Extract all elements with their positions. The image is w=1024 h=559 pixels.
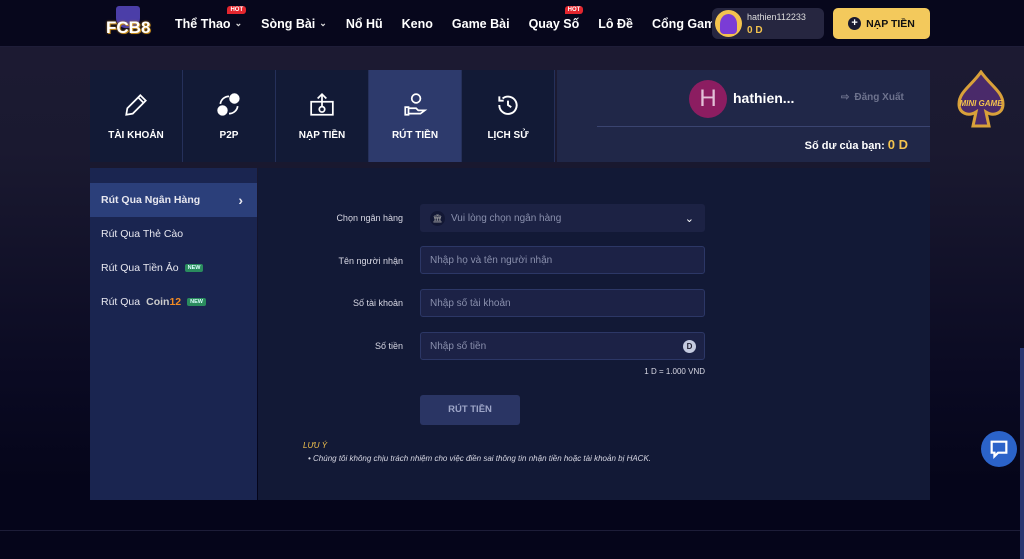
menu-keno[interactable]: Keno — [402, 17, 433, 31]
note-title: LƯU Ý — [303, 441, 328, 450]
profile-panel: H hathien... ⇨ Đăng Xuất Số dư của bạn: 0 … — [557, 70, 930, 162]
recipient-name-input[interactable]: Nhập họ và tên người nhận — [420, 246, 705, 274]
menu-game-bai[interactable]: Game Bài — [452, 17, 510, 31]
method-the-cao[interactable]: Rút Qua Thẻ Cào — [90, 217, 257, 251]
tab-nap-tien[interactable]: NẠP TIỀN — [276, 70, 369, 162]
spade-icon: MINI GAME — [957, 69, 1005, 128]
upload-money-icon — [310, 92, 334, 116]
chevron-down-icon: ⌄ — [234, 18, 243, 28]
bank-icon: 🏛 — [430, 210, 445, 226]
tab-p2p[interactable]: P2P — [183, 70, 276, 162]
withdraw-methods: Rút Qua Ngân Hàng › Rút Qua Thẻ Cào Rút Q… — [90, 168, 257, 500]
bank-label: Chọn ngân hàng — [336, 213, 403, 223]
menu-song-bai[interactable]: Sòng Bài ⌄ — [261, 17, 327, 31]
menu-quay-so[interactable]: Quay Số HOT — [529, 5, 584, 31]
main-menu: Thể Thao ⌄ HOT Sòng Bài ⌄ Nổ Hũ Keno Game B… — [175, 0, 760, 47]
account-tabs: TÀI KHOẢN P2P NẠP TIỀN RÚT TIỀN LỊCH SỬ — [90, 70, 555, 162]
method-tien-ao[interactable]: Rút Qua Tiền Ảo NEW — [90, 251, 257, 285]
chevron-right-icon: › — [238, 192, 243, 208]
menu-lo-de[interactable]: Lô Đề — [598, 17, 633, 31]
note-text: • Chúng tôi không chịu trách nhiệm cho v… — [308, 454, 652, 463]
history-icon — [498, 95, 518, 115]
chevron-down-icon: ⌄ — [319, 18, 327, 28]
tab-lich-su[interactable]: LỊCH SỬ — [462, 70, 555, 162]
live-chat-button[interactable] — [981, 431, 1017, 467]
avatar — [715, 10, 742, 37]
exchange-rate: 1 D = 1.000 VND — [644, 367, 705, 376]
deposit-button[interactable]: + NẠP TIỀN — [833, 8, 930, 39]
hand-coin-icon — [404, 92, 428, 116]
menu-no-hu[interactable]: Nổ Hũ — [346, 17, 383, 31]
name-label: Tên người nhận — [338, 256, 403, 266]
fcb8-logo[interactable]: FCB8 — [106, 6, 150, 40]
mini-game-button[interactable]: MINI GAME — [956, 69, 1006, 132]
plus-icon: + — [848, 17, 862, 30]
new-badge: NEW — [187, 298, 206, 306]
amount-input[interactable]: Nhập số tiền D — [420, 332, 705, 360]
hot-badge: HOT — [227, 5, 247, 14]
username: hathien112233 — [747, 12, 806, 22]
logout-button[interactable]: ⇨ Đăng Xuất — [841, 92, 904, 103]
coin12-logo: Coin12 — [146, 296, 182, 308]
method-coin12[interactable]: Rút Qua Coin12 NEW — [90, 285, 257, 319]
account-label: Số tài khoản — [352, 298, 403, 308]
bank-select[interactable]: 🏛 Vui lòng chọn ngân hàng ⌄ — [420, 204, 705, 232]
top-nav: FCB8 Thể Thao ⌄ HOT Sòng Bài ⌄ Nổ Hũ Keno G… — [0, 0, 1024, 47]
divider — [597, 126, 930, 127]
footer-divider — [0, 530, 1024, 531]
tab-rut-tien[interactable]: RÚT TIỀN — [369, 70, 462, 162]
new-badge: NEW — [184, 264, 204, 272]
currency-d-icon: D — [683, 339, 696, 353]
user-widget[interactable]: hathien112233 0 D — [712, 8, 824, 39]
chat-icon — [990, 440, 1008, 459]
scrollbar[interactable] — [1020, 348, 1024, 559]
logout-icon: ⇨ — [841, 92, 850, 103]
user-balance: 0 D — [747, 25, 763, 36]
exchange-icon — [217, 92, 240, 116]
hot-badge: HOT — [564, 5, 584, 14]
svg-text:MINI GAME: MINI GAME — [959, 99, 1003, 108]
profile-avatar: H — [689, 80, 727, 118]
tab-tai-khoan[interactable]: TÀI KHOẢN — [90, 70, 183, 162]
amount-label: Số tiền — [374, 341, 403, 351]
withdraw-button[interactable]: RÚT TIỀN — [420, 395, 520, 425]
pencil-icon — [125, 93, 147, 116]
chevron-down-icon: ⌄ — [684, 212, 694, 225]
profile-name: hathien... — [733, 90, 795, 106]
menu-the-thao[interactable]: Thể Thao ⌄ HOT — [175, 5, 247, 31]
account-number-input[interactable]: Nhập số tài khoản — [420, 289, 705, 317]
method-ngan-hang[interactable]: Rút Qua Ngân Hàng › — [90, 183, 257, 217]
withdraw-form: Chọn ngân hàng 🏛 Vui lòng chọn ngân hàng ⌄… — [258, 168, 930, 500]
balance-summary: Số dư của bạn: 0 D — [804, 137, 908, 152]
